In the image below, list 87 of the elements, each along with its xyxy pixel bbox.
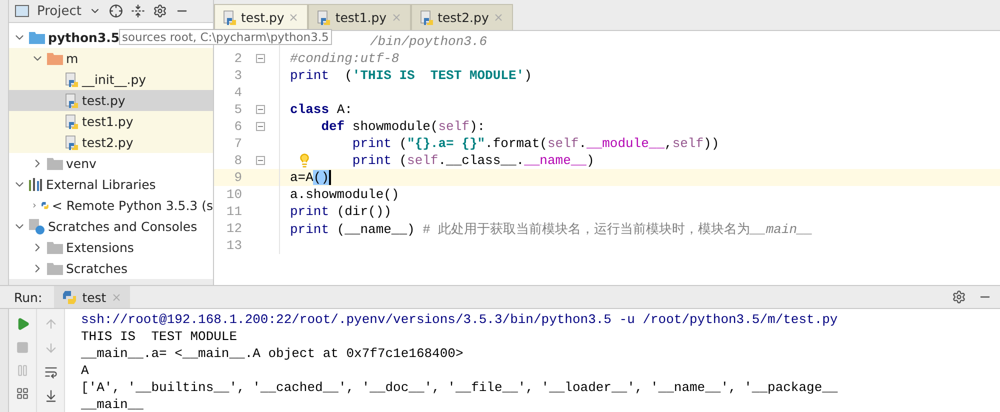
console-line: ['A', '__builtins__', '__cached__', '__doc__', '__file__', '__loader__', '__name__', '__package__ [81,379,839,396]
line-number: 12 [225,221,242,236]
code-line: #conding:utf-8 [290,51,400,66]
tree-item-label: Scratches [66,261,128,276]
console-line: __main__.a= <__main__.A object at 0x7f7c1e168400> [81,345,464,362]
code-line: print ("{}.a= {}".format(self.__module__,self)) [351,136,720,151]
line-number: 4 [233,85,242,100]
tree-item[interactable]: test.py [9,90,213,112]
project-view-dropdown[interactable]: Project [37,4,82,19]
editor-tab[interactable]: test.py [214,4,308,30]
line-number: 5 [233,102,242,117]
tree-item[interactable]: Scratches [9,258,213,280]
run-icon[interactable] [16,317,30,331]
tree-item-label: __init__.py [82,72,146,88]
tree-item[interactable]: test1.py [9,111,213,132]
python-logo-icon [62,290,78,304]
tree-item-label: python3.5 [48,30,120,46]
folder-icon [47,157,63,170]
tree-item-label: Scratches and Consoles [48,219,198,234]
tree-item-label: venv [66,156,96,172]
settings-icon[interactable] [153,4,168,18]
line-number: 9 [233,170,242,185]
tree-item[interactable]: __init__.py [9,69,213,90]
scroll-to-end-icon[interactable] [44,389,58,403]
python-file-icon [317,10,332,26]
fold-marker-icon[interactable] [256,105,265,114]
run-label: Run: [14,290,42,304]
tree-item[interactable]: External Libraries [9,174,213,196]
python-file-icon [65,72,79,88]
editor-tab[interactable]: test2.py [410,4,513,30]
python-file-icon [65,114,79,130]
folder-icon [29,31,45,44]
tree-item[interactable]: Extensions [9,237,213,258]
code-line: print (dir()) [290,204,392,219]
line-number: 3 [233,68,242,83]
python-file-icon [65,134,79,151]
folder-icon [47,262,63,276]
tree-item[interactable]: < Remote Python 3.5.3 (s [9,195,213,216]
line-number: 7 [233,136,242,151]
tree-item[interactable]: Scratches and Consoles [9,216,213,238]
editor-tab[interactable]: test1.py [308,4,411,30]
line-number: 10 [225,187,242,202]
code-line: print (__name__) # 此处用于获取当前模块名，运行当前模块时，模块名为__main__ [290,220,813,238]
tree-item-label: test1.py [82,114,134,130]
tree-item-label: test2.py [82,135,134,150]
python-file-icon [65,92,79,109]
collapse-all-icon[interactable] [131,4,146,18]
tree-item[interactable]: venv [9,153,213,174]
code-line: print ('THIS IS TEST MODULE') [290,68,532,83]
folder-icon [47,52,63,66]
tree-item[interactable]: m [9,48,213,70]
console-line: THIS IS TEST MODULE [81,328,238,345]
fold-marker-icon[interactable] [256,54,265,63]
folder-icon [47,241,63,254]
scratches-icon [29,218,45,235]
code-line: def showmodule(self): [320,119,486,134]
layout-icon[interactable] [16,387,29,400]
soft-wrap-icon[interactable] [44,365,58,379]
crosshair-icon[interactable] [109,4,124,18]
line-number: 13 [225,238,242,253]
code-line: a=A() [290,170,330,185]
line-number: 11 [225,204,242,219]
tree-item[interactable]: test2.py [9,132,213,154]
tooltip: sources root, C:\pycharm\python3.5 [119,29,332,46]
fold-marker-icon[interactable] [256,122,265,131]
tree-item-label: External Libraries [46,177,156,192]
console-line: ssh://root@192.168.1.200:22/root/.pyenv/versions/3.5.3/bin/python3.5 -u /root/python3.5/m/test.py [81,311,839,328]
code-line: print (self.__class__.__name__) [290,153,594,168]
console-line: A [81,362,90,379]
python-file-icon [223,10,237,26]
tree-item-label: m [66,51,78,66]
console-line: __main__ [81,396,144,412]
horizontal-scrollbar[interactable] [9,279,213,285]
fold-marker-icon[interactable] [256,156,265,165]
tree-item-label: test.py [82,93,126,108]
line-number: 8 [233,153,242,168]
panel-icon [15,5,29,18]
library-icon [29,178,43,192]
run-tab[interactable]: test [54,286,130,308]
line-number: 2 [233,51,242,66]
settings-icon[interactable] [952,290,966,304]
tree-item-label: Extensions [66,240,134,256]
line-number: 6 [233,119,242,134]
tree-item-label: < Remote Python 3.5.3 (s [52,198,213,214]
code-line: class A: [290,102,352,117]
code-line: a.showmodule() [290,187,400,202]
python-file-icon [420,10,434,26]
